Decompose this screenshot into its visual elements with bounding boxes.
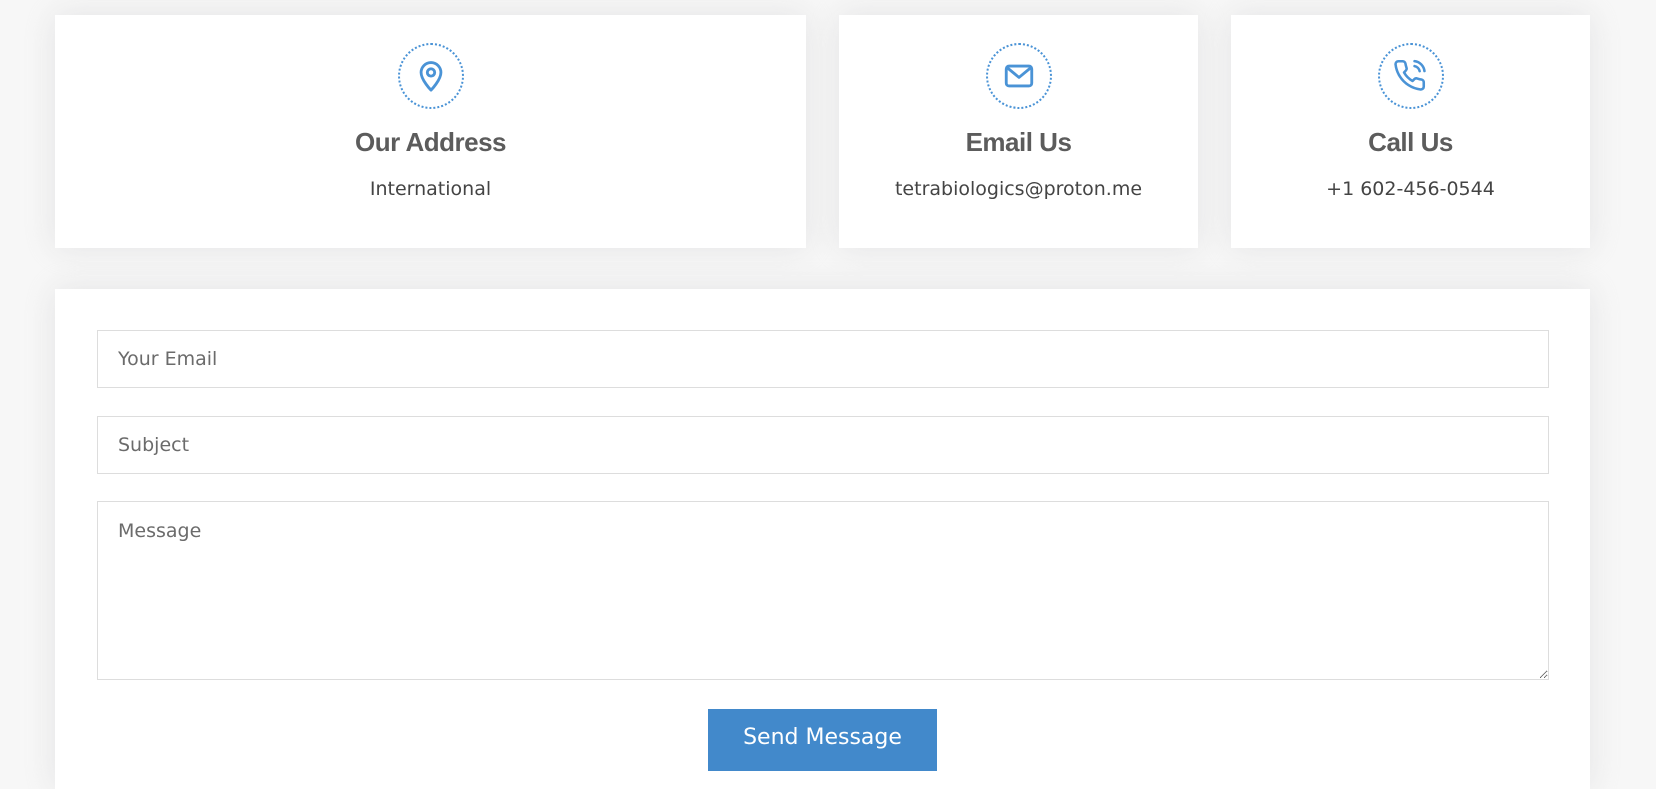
subject-field[interactable] [97,416,1549,474]
call-value: +1 602-456-0544 [1326,178,1495,200]
call-card: Call Us +1 602-456-0544 [1231,15,1590,248]
email-title: Email Us [965,127,1072,157]
address-card: Our Address International [55,15,806,248]
email-value: tetrabiologics@proton.me [894,178,1143,200]
message-field[interactable] [97,501,1549,680]
call-title: Call Us [1368,127,1453,157]
contact-form: Send Message [55,289,1590,789]
address-title: Our Address [354,127,507,157]
send-message-button[interactable]: Send Message [708,709,937,771]
email-field[interactable] [97,330,1549,388]
envelope-icon [985,43,1052,109]
phone-icon [1377,43,1444,109]
email-card: Email Us tetrabiologics@proton.me [839,15,1198,248]
map-pin-icon [397,43,464,109]
address-value: International [369,178,492,200]
